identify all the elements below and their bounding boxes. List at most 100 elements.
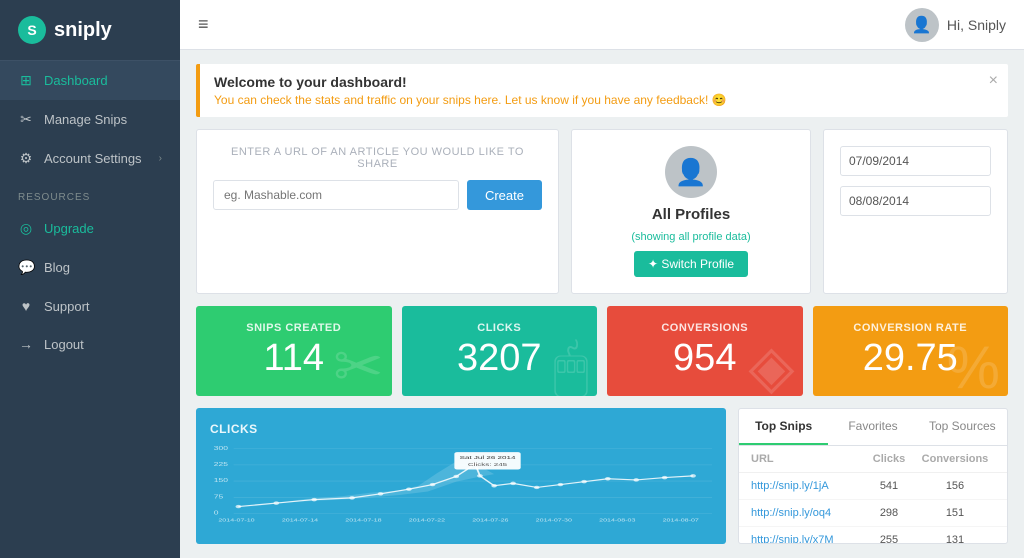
tabs-row: Top Snips Favorites Top Sources xyxy=(739,409,1007,446)
sidebar-item-logout[interactable]: → Logout xyxy=(0,325,180,363)
url-input-card: ENTER A URL OF AN ARTICLE YOU WOULD LIKE… xyxy=(196,129,559,294)
col-clicks: Clicks xyxy=(863,453,915,465)
stat-value: 29.75 xyxy=(863,338,958,380)
stat-bg-icon: % xyxy=(947,333,1000,396)
svg-text:2014-07-14: 2014-07-14 xyxy=(282,519,319,523)
sidebar-item-blog[interactable]: 💬 Blog xyxy=(0,248,180,287)
right-panel: Top Snips Favorites Top Sources URL Clic… xyxy=(738,408,1008,544)
svg-text:2014-08-03: 2014-08-03 xyxy=(599,519,636,523)
stat-bg-icon: ◈ xyxy=(748,332,794,396)
sidebar-item-label: Logout xyxy=(44,337,84,352)
stat-snips-created: SNIPS CREATED 114 ✂ xyxy=(196,306,392,396)
chevron-right-icon: › xyxy=(159,153,162,164)
hamburger-menu[interactable]: ≡ xyxy=(198,14,209,35)
svg-text:2014-08-07: 2014-08-07 xyxy=(663,519,699,523)
stat-label: SNIPS CREATED xyxy=(246,322,341,334)
stat-conversions: CONVERSIONS 954 ◈ xyxy=(607,306,803,396)
row-clicks: 541 xyxy=(863,480,915,492)
upgrade-icon: ◎ xyxy=(18,220,34,237)
row-conversions: 151 xyxy=(915,507,995,519)
tab-top-sources[interactable]: Top Sources xyxy=(918,409,1007,445)
sidebar-item-support[interactable]: ♥ Support xyxy=(0,287,180,325)
heart-icon: ♥ xyxy=(18,298,34,314)
svg-text:75: 75 xyxy=(214,495,224,500)
chart-svg: 300 225 150 75 0 xyxy=(210,444,712,528)
sidebar-item-manage-snips[interactable]: ✂ Manage Snips xyxy=(0,100,180,139)
stat-conversion-rate: CONVERSION RATE 29.75 % xyxy=(813,306,1009,396)
row-url: http://snip.ly/x7M xyxy=(751,534,863,543)
sidebar-nav: ⊞ Dashboard ✂ Manage Snips ⚙ Account Set… xyxy=(0,61,180,558)
create-button[interactable]: Create xyxy=(467,180,542,210)
tab-top-snips[interactable]: Top Snips xyxy=(739,409,828,445)
stat-bg-icon: 🖱 xyxy=(553,332,589,396)
sidebar-item-upgrade[interactable]: ◎ Upgrade xyxy=(0,209,180,248)
svg-text:2014-07-26: 2014-07-26 xyxy=(472,519,509,523)
end-date-input[interactable] xyxy=(841,188,991,214)
start-date-input[interactable] xyxy=(841,148,991,174)
sidebar-item-label: Manage Snips xyxy=(44,112,127,127)
sidebar-item-dashboard[interactable]: ⊞ Dashboard xyxy=(0,61,180,100)
row-clicks: 255 xyxy=(863,534,915,543)
stat-bg-icon: ✂ xyxy=(333,332,383,396)
topbar: ≡ 👤 Hi, Sniply xyxy=(180,0,1024,50)
avatar: 👤 xyxy=(665,146,717,198)
row-url: http://snip.ly/oq4 xyxy=(751,507,863,519)
svg-text:Sat Jul 26 2014: Sat Jul 26 2014 xyxy=(460,455,516,460)
svg-text:Clicks: 245: Clicks: 245 xyxy=(468,462,508,467)
content-area: Welcome to your dashboard! You can check… xyxy=(180,50,1024,558)
chart-card: CLICKS 300 225 150 75 0 xyxy=(196,408,726,544)
scissors-icon: ✂ xyxy=(18,111,34,128)
stat-value: 954 xyxy=(673,338,736,380)
chart-title: CLICKS xyxy=(210,422,712,436)
welcome-title: Welcome to your dashboard! xyxy=(214,74,994,90)
url-profile-row: ENTER A URL OF AN ARTICLE YOU WOULD LIKE… xyxy=(196,129,1008,294)
sidebar-item-label: Dashboard xyxy=(44,73,108,88)
row-clicks: 298 xyxy=(863,507,915,519)
svg-text:2014-07-18: 2014-07-18 xyxy=(345,519,382,523)
logo-icon: S xyxy=(18,16,46,44)
profile-name: All Profiles xyxy=(652,206,730,223)
svg-text:0: 0 xyxy=(214,511,219,516)
stat-label: CLICKS xyxy=(477,322,521,334)
url-input-row: Create xyxy=(213,180,542,210)
welcome-message: You can check the stats and traffic on y… xyxy=(214,93,994,107)
profile-card: 👤 All Profiles (showing all profile data… xyxy=(571,129,811,294)
stat-value: 114 xyxy=(263,338,324,380)
sidebar: S sniply ⊞ Dashboard ✂ Manage Snips ⚙ Ac… xyxy=(0,0,180,558)
sidebar-item-label: Upgrade xyxy=(44,221,94,236)
url-input-label: ENTER A URL OF AN ARTICLE YOU WOULD LIKE… xyxy=(213,146,542,170)
bottom-row: CLICKS 300 225 150 75 0 xyxy=(196,408,1008,544)
sidebar-item-label: Account Settings xyxy=(44,151,142,166)
logout-icon: → xyxy=(18,336,34,352)
close-banner-button[interactable]: × xyxy=(989,72,998,90)
table-row[interactable]: http://snip.ly/1jA 541 156 xyxy=(739,473,1007,500)
table-header: URL Clicks Conversions xyxy=(739,446,1007,473)
resources-label: RESOURCES xyxy=(0,178,180,209)
stats-row: SNIPS CREATED 114 ✂ CLICKS 3207 🖱 CONVER… xyxy=(196,306,1008,396)
svg-text:150: 150 xyxy=(214,479,228,484)
row-conversions: 131 xyxy=(915,534,995,543)
row-conversions: 156 xyxy=(915,480,995,492)
blog-icon: 💬 xyxy=(18,259,34,276)
gear-icon: ⚙ xyxy=(18,150,34,167)
svg-text:225: 225 xyxy=(214,462,228,467)
welcome-banner: Welcome to your dashboard! You can check… xyxy=(196,64,1008,117)
end-date-row: 📅 xyxy=(840,186,991,216)
table-row[interactable]: http://snip.ly/x7M 255 131 xyxy=(739,527,1007,543)
topbar-greeting: Hi, Sniply xyxy=(947,17,1006,33)
switch-profile-button[interactable]: ✦ Switch Profile xyxy=(634,251,748,277)
url-input[interactable] xyxy=(213,180,459,210)
sidebar-item-account-settings[interactable]: ⚙ Account Settings › xyxy=(0,139,180,178)
table-row[interactable]: http://snip.ly/oq4 298 151 xyxy=(739,500,1007,527)
logo[interactable]: S sniply xyxy=(0,0,180,61)
svg-text:300: 300 xyxy=(214,446,228,451)
stat-clicks: CLICKS 3207 🖱 xyxy=(402,306,598,396)
main: ≡ 👤 Hi, Sniply Welcome to your dashboard… xyxy=(180,0,1024,558)
profile-subtitle: (showing all profile data) xyxy=(631,231,750,243)
svg-text:2014-07-10: 2014-07-10 xyxy=(218,519,255,523)
tab-favorites[interactable]: Favorites xyxy=(828,409,917,445)
col-conversions: Conversions xyxy=(915,453,995,465)
date-range-card: 📅 📅 xyxy=(823,129,1008,294)
avatar: 👤 xyxy=(905,8,939,42)
dashboard-icon: ⊞ xyxy=(18,72,34,89)
